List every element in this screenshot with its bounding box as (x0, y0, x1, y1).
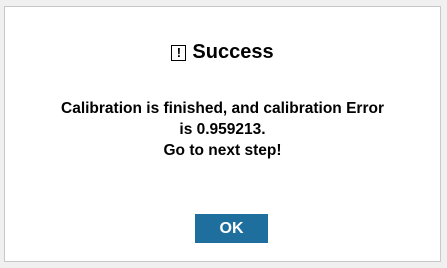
dialog-message: Calibration is finished, and calibration… (5, 98, 440, 161)
success-dialog: ! Success Calibration is finished, and c… (4, 6, 441, 262)
ok-button[interactable]: OK (195, 214, 268, 243)
dialog-title: Success (192, 41, 274, 63)
dialog-title-row: ! Success (5, 41, 440, 64)
message-line-3: Go to next step! (163, 142, 282, 159)
exclamation-box-icon: ! (171, 44, 187, 61)
message-line-2: is 0.959213. (179, 121, 266, 138)
message-line-1: Calibration is finished, and calibration… (61, 100, 384, 117)
